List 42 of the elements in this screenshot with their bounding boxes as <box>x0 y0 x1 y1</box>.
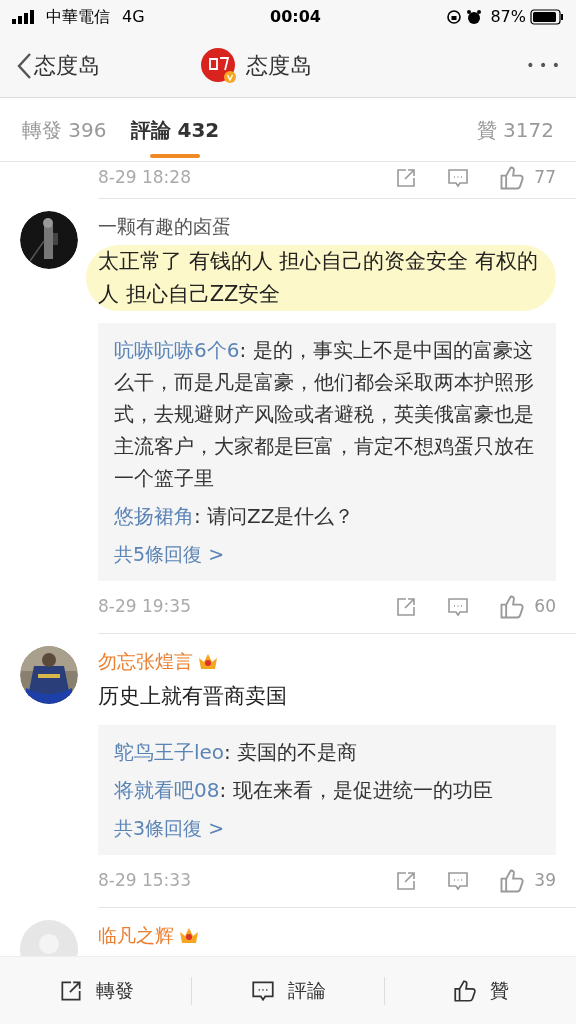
reply-username[interactable]: 吭哧吭哧6个6 <box>114 338 240 362</box>
battery-percent: 87% <box>490 6 526 28</box>
action-button[interactable]: 贊 <box>451 976 509 1005</box>
thumbs-up-icon[interactable] <box>498 164 527 192</box>
rotation-lock-icon <box>446 9 463 25</box>
more-replies-link[interactable]: 共3條回復 > <box>114 809 225 847</box>
reply-username[interactable]: 悠扬裙角 <box>114 504 194 528</box>
battery-icon <box>530 9 564 25</box>
thumbs-up-icon[interactable] <box>451 977 478 1004</box>
more-button[interactable]: • • • <box>526 55 560 76</box>
tab[interactable]: 轉發 396 <box>22 98 107 161</box>
reply-username[interactable]: 鸵鸟王子leo <box>114 740 225 764</box>
comment-username[interactable]: 一颗有趣的卤蛋 <box>98 211 231 241</box>
comment-username[interactable]: 临凡之辉 <box>98 920 174 950</box>
comment-text: 太正常了 有钱的人 担心自己的资金安全 有权的人 担心自己ZZ安全 <box>86 245 556 311</box>
like-count: 39 <box>534 869 556 893</box>
comment-text: 历史上就有晋商卖国 <box>98 683 288 710</box>
thumbs-up-icon[interactable] <box>498 867 527 895</box>
more-replies-link[interactable]: 共5條回復 > <box>114 535 225 573</box>
action-button[interactable]: 評論 <box>250 976 326 1005</box>
like-count: 60 <box>534 595 556 619</box>
comment-time: 8-29 19:35 <box>98 595 191 619</box>
back-chevron-icon <box>16 51 34 80</box>
action-button[interactable]: 轉發 <box>57 976 134 1005</box>
reply-text: 将就看吧08: 现在来看，是促进统一的功臣 <box>114 777 494 804</box>
page-title: 态度岛 <box>246 52 312 80</box>
network-type: 4G <box>122 6 145 28</box>
like-count: 77 <box>534 166 556 190</box>
clock: 00:04 <box>270 6 321 28</box>
tab[interactable]: 贊 3172 <box>476 98 554 161</box>
reply-text: 悠扬裙角: 请问ZZ是什么？ <box>114 503 356 530</box>
comment-username[interactable]: 勿忘张煌言 <box>98 646 193 676</box>
carrier-name: 中華電信 <box>46 6 110 28</box>
back-button[interactable]: 态度岛 <box>16 49 100 82</box>
logo-icon <box>200 46 238 85</box>
thumbs-up-icon[interactable] <box>498 593 527 621</box>
reply-text: 鸵鸟王子leo: 卖国的不是商 <box>114 739 359 766</box>
comment-time: 8-29 15:33 <box>98 869 191 893</box>
reply-text: 吭哧吭哧6个6: 是的，事实上不是中国的富豪这么干，而是凡是富豪，他们都会采取两本护照形式，去规避财产风险或者避税，英美俄富豪也是主流客户，大家都是巨富，肯定不想鸡蛋只放在一个篮子里 <box>114 337 535 492</box>
comment-time: 8-29 18:28 <box>98 166 191 190</box>
reply-username[interactable]: 将就看吧08 <box>114 778 220 802</box>
tab[interactable]: 評論 432 <box>130 98 220 161</box>
